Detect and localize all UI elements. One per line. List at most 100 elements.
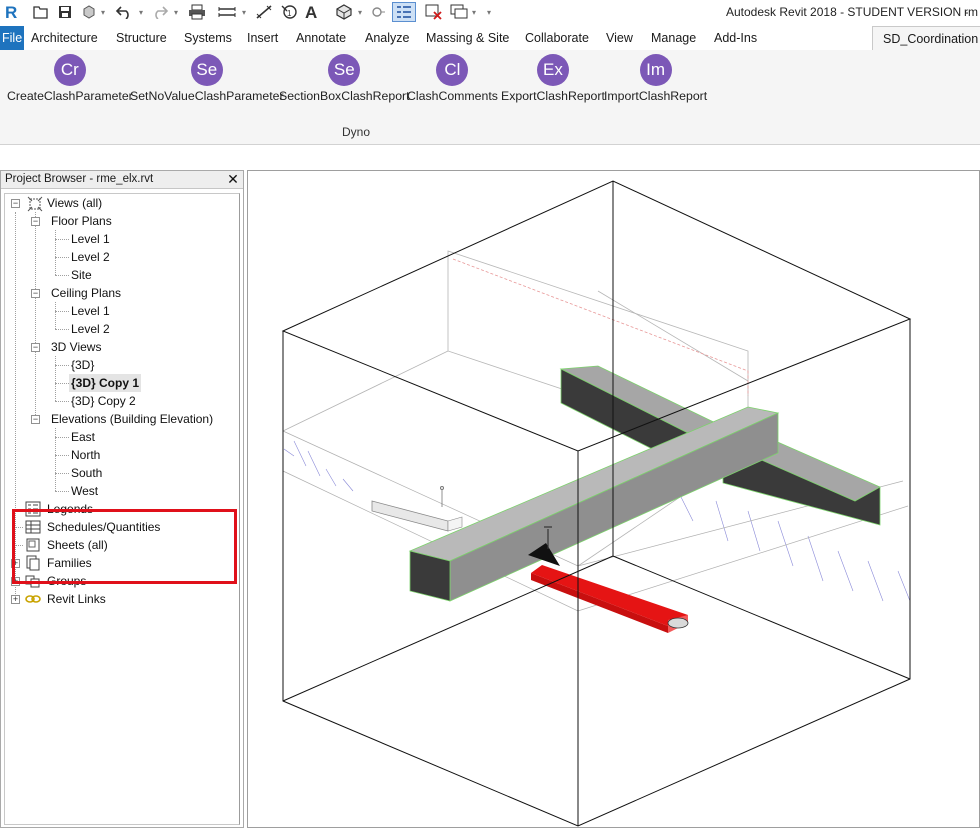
import-clash-report-button[interactable]: Im ImportClashReport [604, 54, 707, 104]
tree-connector [55, 302, 56, 329]
tree-connector [55, 311, 69, 312]
tree-connector [55, 437, 69, 438]
tab-insert[interactable]: Insert [247, 26, 278, 50]
chevron-down-icon[interactable]: ▾ [99, 4, 107, 20]
button-label: CreateClashParameter [7, 89, 133, 103]
section-box-clash-report-icon: Se [328, 54, 361, 86]
create-clash-parameter-button[interactable]: Cr CreateClashParameter [7, 54, 133, 104]
customize-qat-icon[interactable]: ▾ [485, 4, 493, 20]
tree-connector [55, 230, 56, 275]
tree-item-views-all[interactable]: Views (all) [47, 194, 102, 212]
tree-item-south[interactable]: South [71, 464, 102, 482]
collapse-toggle-icon[interactable]: − [31, 343, 40, 352]
options-bar [0, 145, 980, 170]
button-label: ExportClashReport [501, 89, 605, 103]
tree-connector [55, 356, 56, 401]
tree-item-east[interactable]: East [71, 428, 95, 446]
chevron-down-icon[interactable]: ▾ [356, 4, 364, 20]
tab-file[interactable]: File [0, 26, 25, 50]
collapse-toggle-icon[interactable]: − [31, 289, 40, 298]
3d-view-canvas[interactable] [247, 170, 980, 828]
section-box-clash-report-button[interactable]: Se SectionBoxClashReport [279, 54, 410, 104]
tab-sd-coordination[interactable]: SD_Coordination [872, 26, 980, 50]
svg-text:A: A [305, 4, 317, 20]
project-browser-header: Project Browser - rme_elx.rvt ✕ [1, 171, 243, 189]
tab-add-ins[interactable]: Add-Ins [714, 26, 757, 50]
tab-annotate[interactable]: Annotate [296, 26, 346, 50]
title-bar: R ▾ ▾ ▾ ▾ 1 A ▾ ▾ ▾ Autodesk Revit 2018 … [0, 0, 980, 26]
tree-item-north[interactable]: North [71, 446, 100, 464]
tree-item-3d-copy-1[interactable]: {3D} Copy 1 [69, 374, 142, 392]
tab-systems[interactable]: Systems [184, 26, 232, 50]
white-pipe [371, 486, 463, 532]
ribbon-panel-label: Dyno [342, 125, 371, 139]
window-title: Autodesk Revit 2018 - STUDENT VERSION - [726, 5, 969, 19]
collapse-toggle-icon[interactable]: − [11, 199, 20, 208]
revit-logo-icon[interactable]: R [3, 2, 21, 22]
ribbon-panel: Cr CreateClashParameter Se SetNoValueCla… [0, 50, 980, 145]
tab-massing-site[interactable]: Massing & Site [426, 26, 509, 50]
tree-connector [55, 491, 69, 492]
collapse-toggle-icon[interactable]: − [31, 217, 40, 226]
clash-comments-icon: Cl [436, 54, 469, 86]
tab-architecture[interactable]: Architecture [31, 26, 98, 50]
close-icon[interactable]: ✕ [226, 171, 240, 187]
tree-item-3d-copy-2[interactable]: {3D} Copy 2 [71, 392, 136, 410]
measure-icon[interactable] [217, 2, 237, 22]
window-title-user: rm [964, 5, 978, 19]
tab-view[interactable]: View [606, 26, 633, 50]
section-icon[interactable] [368, 2, 386, 22]
tree-item-level-2[interactable]: Level 2 [71, 248, 110, 266]
undo-icon[interactable] [114, 2, 134, 22]
tree-item-level-1[interactable]: Level 1 [71, 302, 110, 320]
text-icon[interactable]: A [303, 2, 321, 22]
tree-item-level-2[interactable]: Level 2 [71, 320, 110, 338]
duct-main [408, 406, 780, 602]
chevron-down-icon[interactable]: ▾ [240, 4, 248, 20]
redo-icon[interactable] [150, 2, 170, 22]
chevron-down-icon[interactable]: ▾ [470, 4, 478, 20]
tree-item-3d[interactable]: {3D} [71, 356, 94, 374]
print-icon[interactable] [187, 2, 207, 22]
views-icon [27, 196, 43, 212]
tree-connector [55, 329, 69, 330]
default-3d-view-icon[interactable] [334, 2, 354, 22]
set-no-value-clash-parameter-button[interactable]: Se SetNoValueClashParameter [130, 54, 284, 104]
tree-item-ceiling-plans[interactable]: Ceiling Plans [51, 284, 121, 302]
clash-comments-button[interactable]: Cl ClashComments [407, 54, 498, 104]
tree-item-elevations[interactable]: Elevations (Building Elevation) [51, 410, 213, 428]
tree-connector [55, 275, 69, 276]
chevron-down-icon[interactable]: ▾ [172, 4, 180, 20]
open-icon[interactable] [32, 2, 50, 22]
sync-icon[interactable] [80, 2, 98, 22]
tab-structure[interactable]: Structure [116, 26, 167, 50]
tree-item-floor-plans[interactable]: Floor Plans [51, 212, 112, 230]
tree-item-site[interactable]: Site [71, 266, 92, 284]
create-clash-parameter-icon: Cr [53, 54, 86, 86]
chevron-down-icon[interactable]: ▾ [137, 4, 145, 20]
tree-item-level-1[interactable]: Level 1 [71, 230, 110, 248]
aligned-dimension-icon[interactable] [254, 2, 274, 22]
expand-toggle-icon[interactable]: + [11, 595, 20, 604]
tree-item-west[interactable]: West [71, 482, 98, 500]
tag-icon[interactable]: 1 [279, 2, 299, 22]
tree-item-3d-views[interactable]: 3D Views [51, 338, 101, 356]
close-hidden-windows-icon[interactable] [424, 2, 444, 22]
export-clash-report-button[interactable]: Ex ExportClashReport [501, 54, 605, 104]
button-label: SectionBoxClashReport [279, 89, 410, 103]
collapse-toggle-icon[interactable]: − [31, 415, 40, 424]
thin-lines-icon[interactable] [392, 2, 416, 22]
switch-windows-icon[interactable] [449, 2, 469, 22]
tab-collaborate[interactable]: Collaborate [525, 26, 589, 50]
project-browser-title: Project Browser - rme_elx.rvt [5, 173, 154, 185]
tree-connector [55, 455, 69, 456]
tab-analyze[interactable]: Analyze [365, 26, 409, 50]
tab-manage[interactable]: Manage [651, 26, 696, 50]
tree-item-revit-links[interactable]: Revit Links [47, 590, 106, 608]
import-clash-report-icon: Im [639, 54, 672, 86]
3d-model-view[interactable] [248, 171, 980, 828]
ribbon-tab-bar: File Architecture Structure Systems Inse… [0, 26, 980, 50]
button-label: ClashComments [407, 89, 498, 103]
export-clash-report-icon: Ex [536, 54, 569, 86]
save-icon[interactable] [56, 2, 74, 22]
